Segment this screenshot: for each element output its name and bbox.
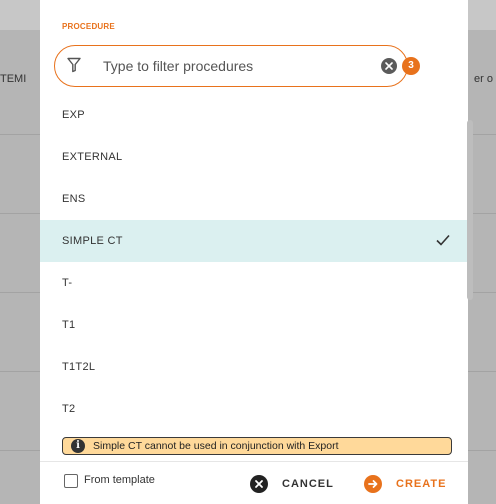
- cancel-button[interactable]: CANCEL: [250, 474, 334, 494]
- procedure-option[interactable]: T-: [40, 262, 468, 304]
- procedure-option-label: SIMPLE CT: [62, 235, 123, 247]
- create-button[interactable]: CREATE: [364, 474, 446, 494]
- background-column-label-left: TEMI: [0, 73, 27, 85]
- procedure-field-label: PROCEDURE: [62, 22, 115, 31]
- background-column-label-right: er o: [474, 73, 493, 85]
- arrow-right-icon: [364, 475, 382, 493]
- background-divider: [0, 450, 40, 451]
- background-divider: [0, 371, 40, 372]
- procedure-option-label: EXTERNAL: [62, 151, 123, 163]
- background-divider: [0, 213, 40, 214]
- background-divider: [0, 292, 40, 293]
- procedure-dialog: PROCEDURE EXP EXTERNAL ENS SIMPLE CT T- T1 T1T…: [40, 0, 473, 504]
- procedure-filter-field[interactable]: [54, 45, 408, 87]
- procedure-option[interactable]: EXP: [40, 94, 468, 136]
- background-divider: [468, 371, 496, 372]
- background-divider: [0, 134, 40, 135]
- warning-banner: i Simple CT cannot be used in conjunctio…: [62, 437, 452, 455]
- footer-divider: [40, 461, 468, 462]
- procedure-option[interactable]: T1T2L: [40, 346, 468, 388]
- procedure-filter-input[interactable]: [103, 56, 373, 76]
- background-divider: [468, 450, 496, 451]
- close-icon[interactable]: [381, 58, 397, 74]
- procedure-option[interactable]: SIMPLE CT: [40, 220, 468, 262]
- from-template-label[interactable]: From template: [84, 474, 155, 486]
- cancel-button-label: CANCEL: [282, 478, 334, 490]
- procedure-option-label: EXP: [62, 109, 85, 121]
- procedure-option[interactable]: T1: [40, 304, 468, 346]
- procedure-option-label: ENS: [62, 193, 86, 205]
- close-icon: [250, 475, 268, 493]
- procedure-option-label: T-: [62, 277, 73, 289]
- warning-text: Simple CT cannot be used in conjunction …: [93, 440, 339, 452]
- procedure-option-label: T1: [62, 319, 76, 331]
- procedure-option[interactable]: ENS: [40, 178, 468, 220]
- create-button-label: CREATE: [396, 478, 447, 490]
- list-scrollbar[interactable]: [467, 120, 473, 300]
- procedure-option-label: T1T2L: [62, 361, 96, 373]
- count-badge: 3: [402, 57, 420, 75]
- funnel-icon: [67, 57, 81, 73]
- procedure-option[interactable]: T2: [40, 388, 468, 424]
- background-left-column: [0, 30, 40, 504]
- procedure-option-label: T2: [62, 403, 76, 415]
- from-template-checkbox[interactable]: [64, 474, 78, 488]
- procedure-option[interactable]: EXTERNAL: [40, 136, 468, 178]
- info-icon: i: [71, 439, 85, 453]
- checkmark-icon: [436, 234, 450, 246]
- procedure-list: EXP EXTERNAL ENS SIMPLE CT T- T1 T1T2L T2: [40, 94, 468, 424]
